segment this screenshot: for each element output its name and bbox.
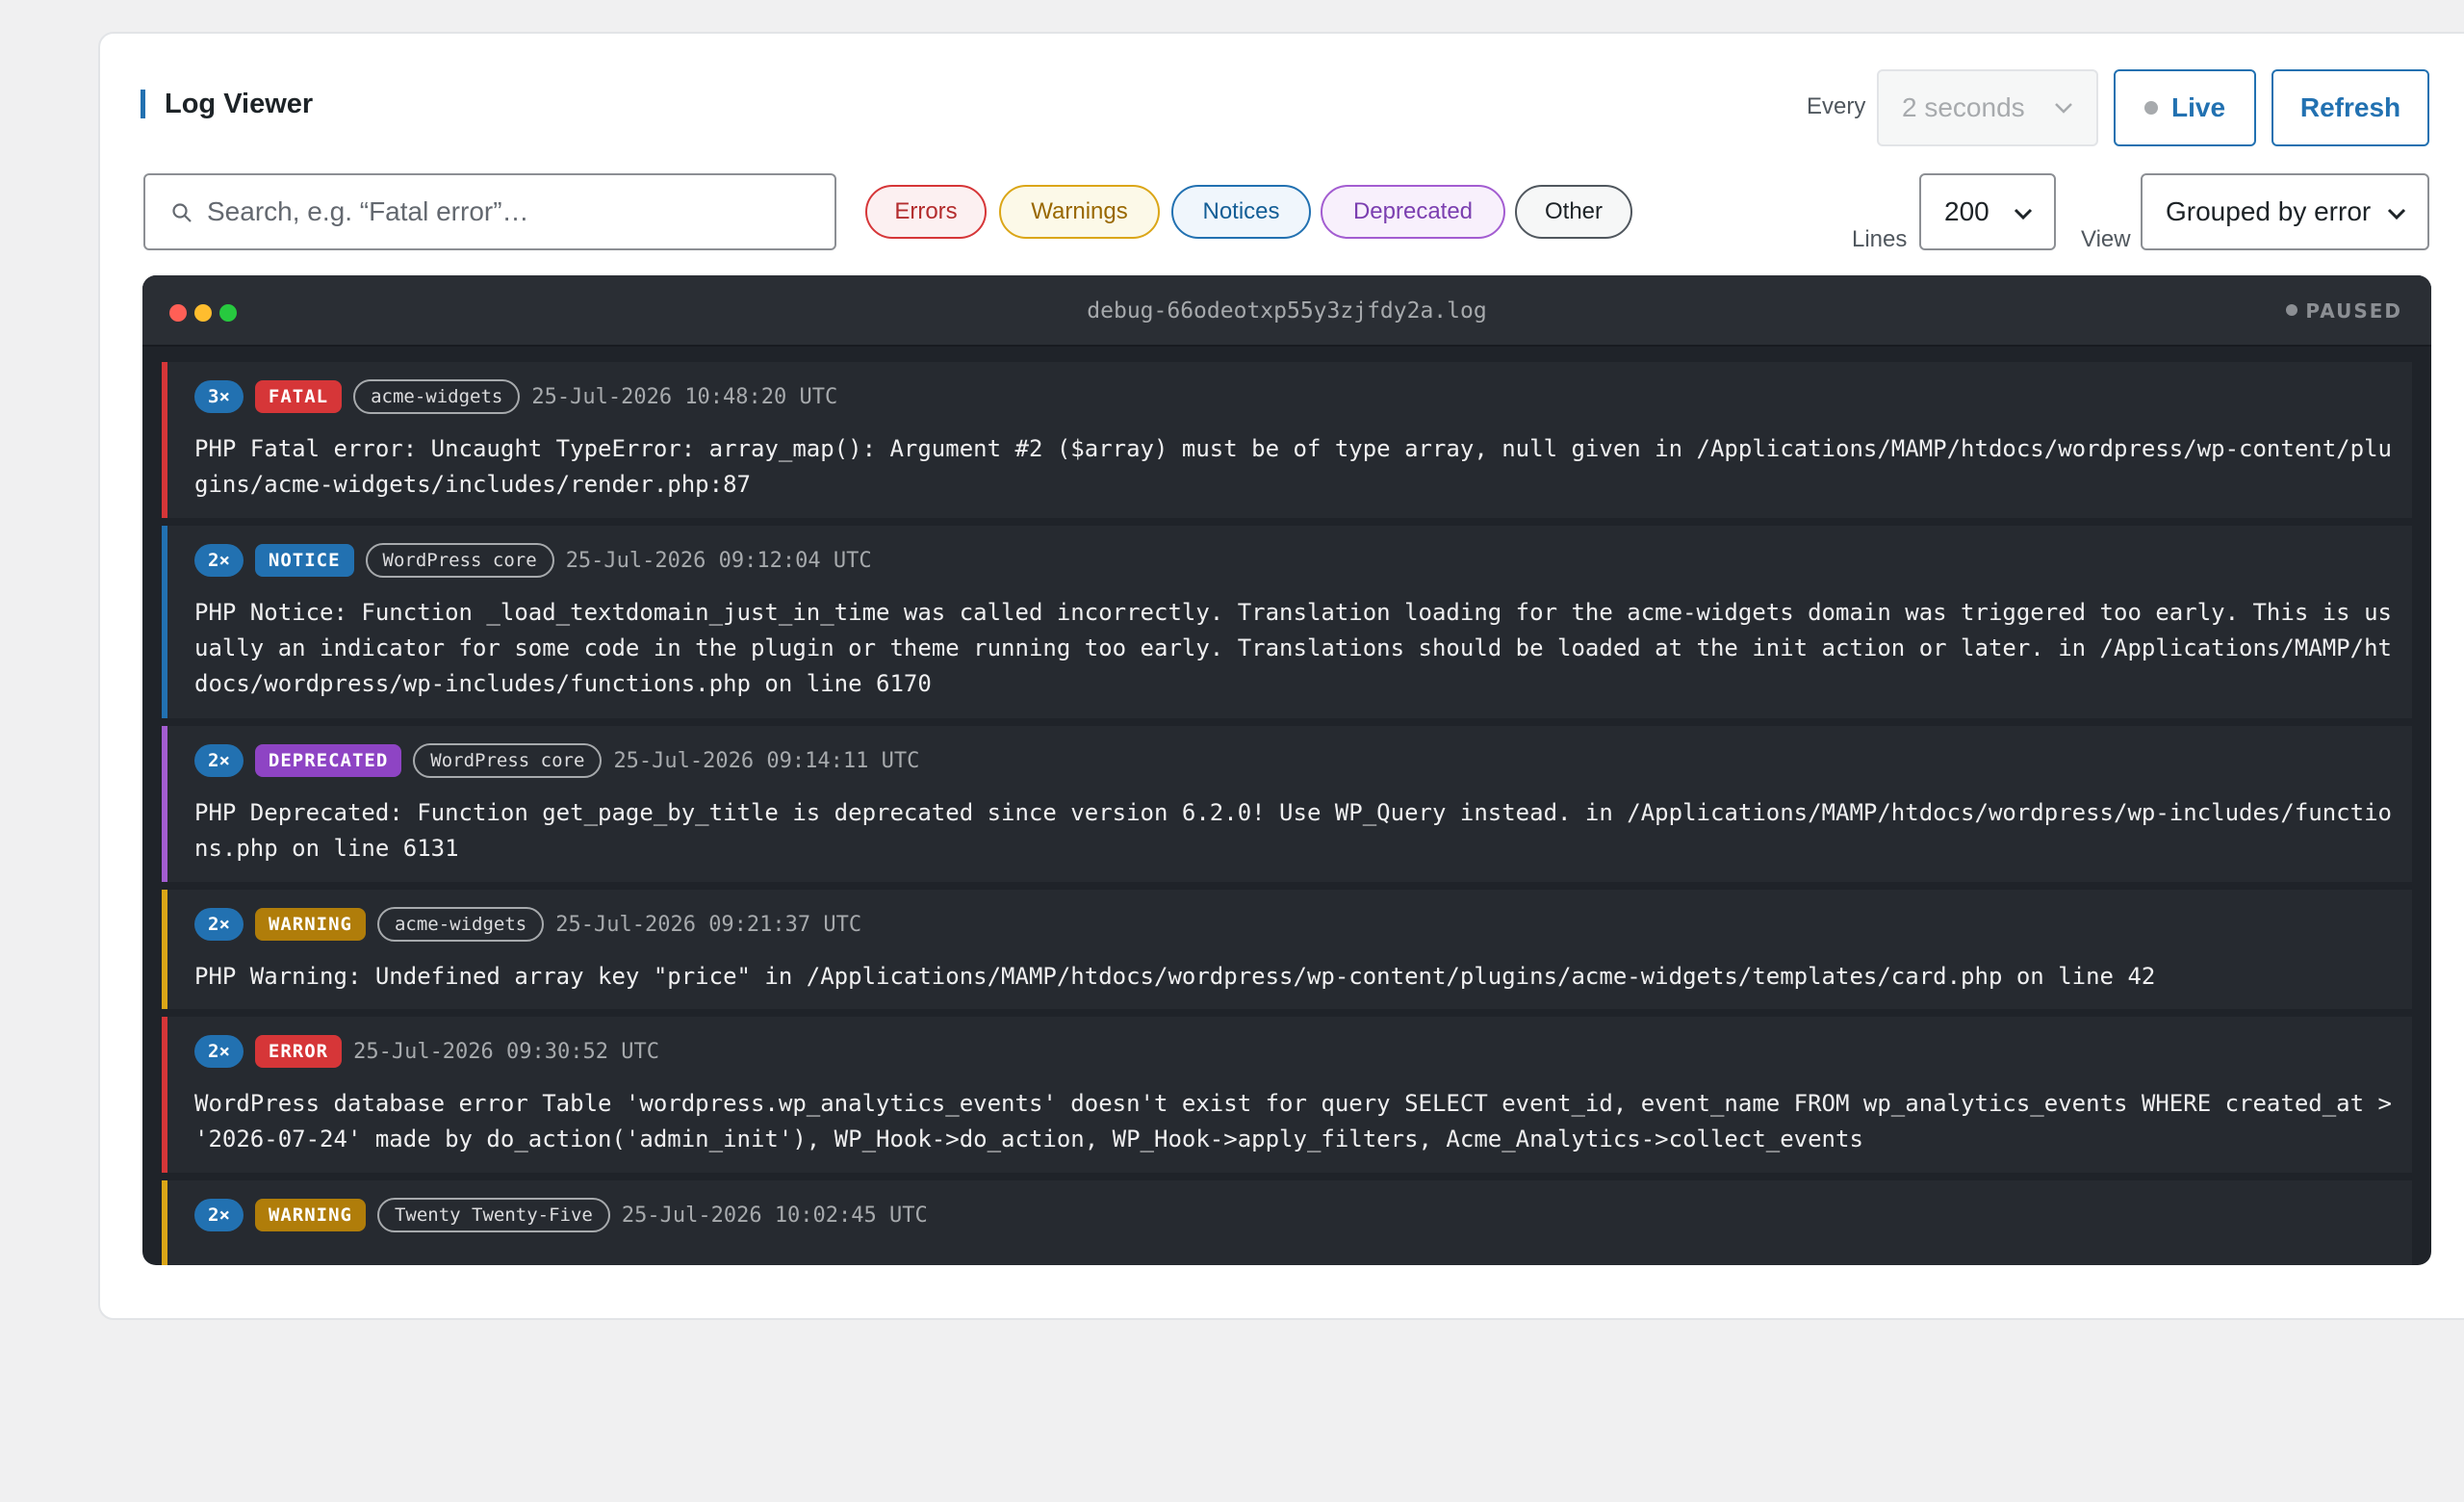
- occurrence-count-badge: 3×: [194, 380, 244, 413]
- severity-badge: NOTICE: [254, 544, 354, 577]
- log-message: PHP Fatal error: Uncaught TypeError: arr…: [194, 435, 2392, 498]
- source-tag: WordPress core: [365, 543, 554, 578]
- occurrence-count-badge: 2×: [194, 1035, 244, 1068]
- source-tag: Twenty Twenty-Five: [376, 1198, 610, 1232]
- source-tag: WordPress core: [413, 743, 603, 778]
- filter-chip-notices[interactable]: Notices: [1171, 185, 1311, 239]
- search-icon: [172, 203, 192, 222]
- log-filename: debug-66odeotxp55y3zjfdy2a.log: [1087, 298, 1487, 324]
- lines-value: 200: [1944, 196, 1989, 226]
- source-tag: acme-widgets: [376, 907, 545, 942]
- log-entry[interactable]: 2× DEPRECATED WordPress core 25-Jul-2026…: [162, 726, 2412, 882]
- timestamp: 25-Jul-2026 10:48:20 UTC: [531, 384, 838, 409]
- interval-select[interactable]: 2 seconds: [1877, 69, 2098, 146]
- timestamp: 25-Jul-2026 09:21:37 UTC: [555, 912, 862, 937]
- filter-chip-errors[interactable]: Errors: [865, 185, 987, 239]
- severity-badge: WARNING: [254, 1199, 366, 1231]
- interval-value: 2 seconds: [1902, 92, 2025, 122]
- view-select[interactable]: Grouped by error: [2141, 173, 2429, 250]
- log-entry-meta: 2× ERROR 25-Jul-2026 09:30:52 UTC: [194, 1034, 659, 1069]
- log-entries[interactable]: 3× FATAL acme-widgets 25-Jul-2026 10:48:…: [162, 362, 2412, 1265]
- occurrence-count-badge: 2×: [194, 744, 244, 777]
- log-entry[interactable]: 2× WARNING Twenty Twenty-Five 25-Jul-202…: [162, 1180, 2412, 1265]
- stream-status-label: PAUSED: [2305, 299, 2402, 323]
- filter-chip-warnings[interactable]: Warnings: [999, 185, 1160, 239]
- chevron-down-icon: [2014, 208, 2033, 220]
- severity-badge: DEPRECATED: [254, 744, 402, 777]
- log-entry-meta: 2× DEPRECATED WordPress core 25-Jul-2026…: [194, 743, 919, 778]
- timestamp: 25-Jul-2026 10:02:45 UTC: [621, 1203, 928, 1228]
- terminal-title-bar: debug-66odeotxp55y3zjfdy2a.log PAUSED: [142, 275, 2431, 347]
- severity-badge: WARNING: [254, 908, 366, 941]
- log-message: PHP Notice: Function _load_textdomain_ju…: [194, 599, 2392, 697]
- log-entry[interactable]: 2× WARNING acme-widgets 25-Jul-2026 09:2…: [162, 890, 2412, 1009]
- stream-status: PAUSED: [2286, 275, 2402, 347]
- log-message: WordPress database error Table 'wordpres…: [194, 1090, 2406, 1152]
- status-dot: [2286, 304, 2298, 316]
- severity-badge: FATAL: [254, 380, 343, 413]
- filter-chip-deprecated[interactable]: Deprecated: [1321, 185, 1505, 239]
- log-message: PHP Warning: Undefined array key "price"…: [194, 963, 2156, 990]
- view-value: Grouped by error: [2166, 196, 2372, 226]
- occurrence-count-badge: 2×: [194, 1199, 244, 1231]
- lines-label: Lines: [1852, 226, 1908, 252]
- log-entry[interactable]: 2× NOTICE WordPress core 25-Jul-2026 09:…: [162, 526, 2412, 718]
- live-status-dot: [2143, 100, 2158, 115]
- log-entry-meta: 3× FATAL acme-widgets 25-Jul-2026 10:48:…: [194, 379, 837, 414]
- page-title: Log Viewer: [141, 90, 313, 118]
- occurrence-count-badge: 2×: [194, 544, 244, 577]
- log-viewer-panel: Log Viewer Every 2 seconds Live Refresh …: [98, 32, 2464, 1320]
- live-button[interactable]: Live: [2114, 69, 2256, 146]
- timestamp: 25-Jul-2026 09:12:04 UTC: [565, 548, 872, 573]
- log-terminal: debug-66odeotxp55y3zjfdy2a.log PAUSED 3×…: [142, 275, 2431, 1265]
- occurrence-count-badge: 2×: [194, 908, 244, 941]
- chevron-down-icon: [2387, 208, 2406, 220]
- log-entry[interactable]: 2× ERROR 25-Jul-2026 09:30:52 UTC WordPr…: [162, 1017, 2412, 1173]
- log-message: PHP Deprecated: Function get_page_by_tit…: [194, 799, 2392, 862]
- timestamp: 25-Jul-2026 09:14:11 UTC: [613, 748, 920, 773]
- source-tag: acme-widgets: [353, 379, 521, 414]
- severity-badge: ERROR: [254, 1035, 343, 1068]
- filter-chip-other[interactable]: Other: [1515, 185, 1632, 239]
- live-button-label: Live: [2170, 92, 2226, 122]
- log-entry-meta: 2× NOTICE WordPress core 25-Jul-2026 09:…: [194, 543, 872, 578]
- log-entry-meta: 2× WARNING acme-widgets 25-Jul-2026 09:2…: [194, 907, 861, 942]
- log-entry[interactable]: 3× FATAL acme-widgets 25-Jul-2026 10:48:…: [162, 362, 2412, 518]
- log-entry-meta: 2× WARNING Twenty Twenty-Five 25-Jul-202…: [194, 1198, 928, 1232]
- search-input[interactable]: [207, 175, 823, 248]
- timestamp: 25-Jul-2026 09:30:52 UTC: [353, 1039, 659, 1064]
- refresh-button[interactable]: Refresh: [2272, 69, 2429, 146]
- search-box: [143, 173, 836, 250]
- lines-select[interactable]: 200: [1919, 173, 2056, 250]
- interval-label: Every: [1807, 93, 1866, 119]
- view-label: View: [2081, 226, 2131, 252]
- chevron-down-icon: [2055, 103, 2072, 114]
